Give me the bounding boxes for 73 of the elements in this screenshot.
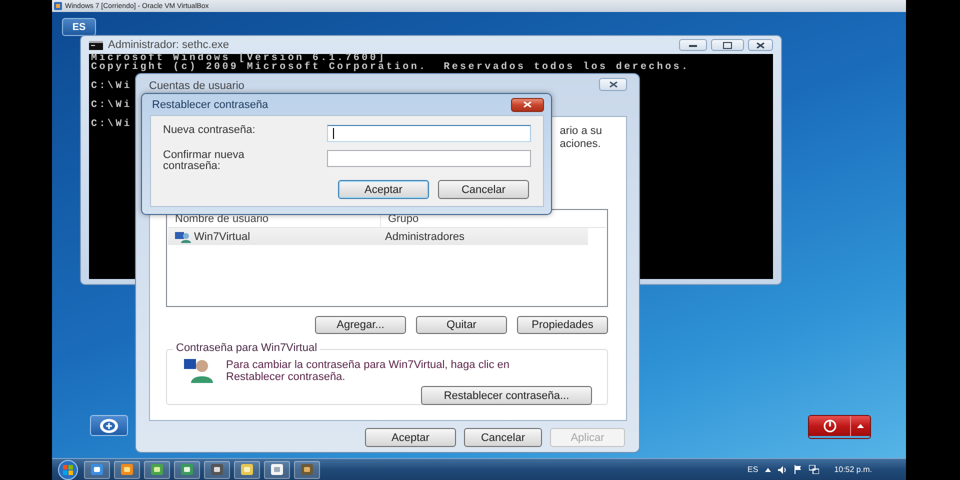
app-icon <box>121 464 133 475</box>
dialog-button[interactable]: Aceptar <box>338 180 429 199</box>
console-line: C:\Wi <box>91 120 132 129</box>
taskbar-button[interactable] <box>114 460 140 478</box>
language-indicator[interactable]: ES <box>748 465 758 474</box>
console-line: Copyright (c) 2009 Microsoft Corporation. Reservados todos los derechos. <box>91 63 690 72</box>
dialog-button[interactable]: Aceptar <box>365 428 456 447</box>
list-row[interactable]: Win7Virtual Administradores <box>168 228 588 245</box>
start-button[interactable] <box>58 460 80 480</box>
taskbar-button[interactable] <box>174 460 200 478</box>
show-hidden-icons-icon[interactable] <box>765 468 772 472</box>
network-icon[interactable] <box>809 465 820 474</box>
window-title: Administrador: sethc.exe <box>108 39 230 51</box>
speaker-icon[interactable] <box>778 466 788 474</box>
list-action-button[interactable]: Agregar... <box>315 316 406 334</box>
close-icon <box>608 81 618 88</box>
dialog-button[interactable]: Cancelar <box>438 180 529 199</box>
close-button[interactable] <box>511 98 544 112</box>
text-cursor <box>332 128 334 139</box>
maximize-button[interactable] <box>711 39 744 51</box>
console-line: Microsoft Windows [Versión 6.1.7600] <box>91 54 386 63</box>
table-cell: Win7Virtual <box>168 228 378 245</box>
table-cell-text: Administradores <box>384 230 466 244</box>
taskbar-button[interactable] <box>264 460 290 478</box>
minimize-icon <box>689 44 697 46</box>
window-title: Cuentas de usuario <box>149 79 246 92</box>
list-action-button[interactable]: Propiedades <box>517 316 608 334</box>
minimize-button[interactable] <box>679 39 707 51</box>
ease-of-access-button[interactable] <box>90 415 128 436</box>
field-label: Confirmar nueva contraseña: <box>163 150 246 172</box>
list-action-button[interactable]: Quitar <box>416 316 507 334</box>
instruction-text: Para cambiar la contraseña para Win7Virtual, haga clic en Restablecer contraseña. <box>226 359 511 383</box>
description-text: ario a su aciones. <box>560 125 603 152</box>
app-icon <box>241 464 253 475</box>
taskbar-button[interactable] <box>294 460 320 478</box>
app-icon <box>151 464 163 475</box>
column-header[interactable]: Nombre de usuario <box>168 211 380 227</box>
clock[interactable]: 10:52 p.m. <box>834 465 872 474</box>
shutdown-button[interactable] <box>809 416 851 436</box>
accessibility-icon <box>99 418 119 434</box>
console-line: C:\Wi <box>91 101 132 110</box>
user-icon <box>183 357 213 383</box>
reset-password-button[interactable]: Restablecer contraseña... <box>421 386 592 405</box>
power-icon <box>822 419 836 433</box>
maximize-icon <box>723 42 732 48</box>
console-icon <box>89 40 103 50</box>
password-field[interactable] <box>326 150 531 167</box>
users-icon <box>175 230 191 242</box>
app-icon <box>301 464 313 475</box>
shutdown-options-button[interactable] <box>851 416 870 436</box>
app-icon <box>91 464 103 475</box>
close-icon <box>756 42 765 48</box>
group-title: Contraseña para Win7Virtual <box>173 342 320 354</box>
close-icon <box>523 101 532 108</box>
app-icon <box>54 2 62 10</box>
field-label: Nueva contraseña: <box>163 125 256 136</box>
dialog-button[interactable]: Cancelar <box>464 428 542 447</box>
taskbar-button[interactable] <box>234 460 260 478</box>
app-icon <box>181 464 193 475</box>
taskbar-button[interactable] <box>144 460 170 478</box>
password-field[interactable] <box>326 125 531 142</box>
close-button[interactable] <box>748 39 773 51</box>
app-icon <box>271 464 283 475</box>
taskbar-button[interactable] <box>84 460 110 478</box>
console-line: C:\Wi <box>91 82 132 91</box>
app-icon <box>211 464 223 475</box>
windows-logo-icon <box>58 460 78 480</box>
dialog-title: Restablecer contraseña <box>151 98 270 110</box>
language-badge[interactable]: ES <box>62 18 96 36</box>
flag-icon[interactable] <box>794 465 802 474</box>
taskbar-button[interactable] <box>204 460 230 478</box>
close-button[interactable] <box>599 78 627 91</box>
caret-icon <box>857 424 864 428</box>
